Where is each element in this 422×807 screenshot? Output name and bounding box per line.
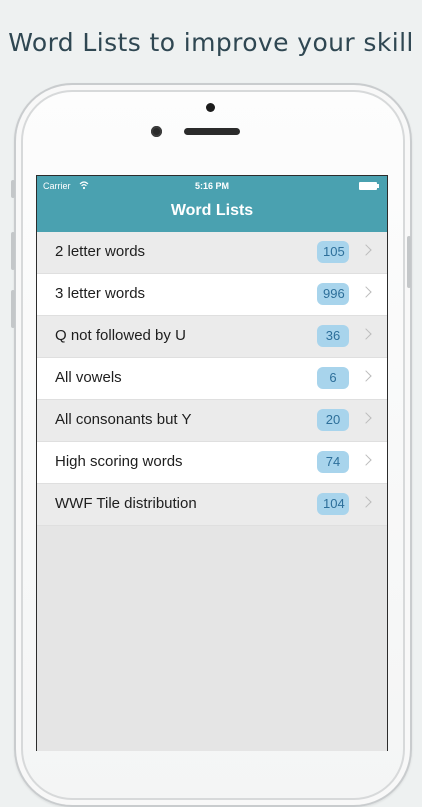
chevron-right-icon: [360, 370, 372, 382]
count-badge: 104: [317, 493, 349, 515]
list-item-label: WWF Tile distribution: [55, 495, 197, 512]
chevron-right-icon: [360, 328, 372, 340]
phone-speaker: [184, 128, 240, 135]
count-badge: 105: [317, 241, 349, 263]
status-time: 5:16 PM: [194, 181, 229, 191]
list-item[interactable]: All vowels 6: [37, 358, 387, 400]
phone-power-button: [407, 236, 411, 288]
phone-sensor: [206, 103, 215, 112]
word-list: 2 letter words 105 3 letter words 996 Q …: [37, 232, 387, 526]
list-item[interactable]: 3 letter words 996: [37, 274, 387, 316]
chevron-right-icon: [360, 454, 372, 466]
app-screen: Carrier 5:16 PM Word Lists 2 letter word…: [36, 175, 388, 751]
count-badge: 6: [317, 367, 349, 389]
navigation-bar: Carrier 5:16 PM Word Lists: [37, 176, 387, 232]
list-item[interactable]: All consonants but Y 20: [37, 400, 387, 442]
count-badge: 74: [317, 451, 349, 473]
list-item-label: 2 letter words: [55, 243, 146, 260]
phone-volume-up: [11, 232, 15, 270]
phone-mute-switch: [11, 180, 15, 198]
phone-volume-down: [11, 290, 15, 328]
status-bar: Carrier 5:16 PM: [37, 176, 387, 196]
empty-list-area: [37, 526, 387, 751]
chevron-right-icon: [360, 496, 372, 508]
chevron-right-icon: [360, 412, 372, 424]
count-badge: 36: [317, 325, 349, 347]
list-item[interactable]: 2 letter words 105: [37, 232, 387, 274]
phone-camera: [151, 126, 162, 137]
list-item-label: Q not followed by U: [55, 327, 186, 344]
list-item-label: All consonants but Y: [55, 411, 192, 428]
nav-title: Word Lists: [170, 202, 254, 219]
chevron-right-icon: [360, 244, 372, 256]
battery-icon: [359, 182, 379, 190]
promo-headline: Word Lists to improve your skill: [8, 28, 414, 57]
list-item[interactable]: WWF Tile distribution 104: [37, 484, 387, 526]
list-item-label: All vowels: [55, 369, 122, 386]
count-badge: 996: [317, 283, 349, 305]
count-badge: 20: [317, 409, 349, 431]
list-item-label: High scoring words: [55, 453, 183, 470]
list-item-label: 3 letter words: [55, 285, 146, 302]
chevron-right-icon: [360, 286, 372, 298]
list-item[interactable]: Q not followed by U 36: [37, 316, 387, 358]
list-item[interactable]: High scoring words 74: [37, 442, 387, 484]
